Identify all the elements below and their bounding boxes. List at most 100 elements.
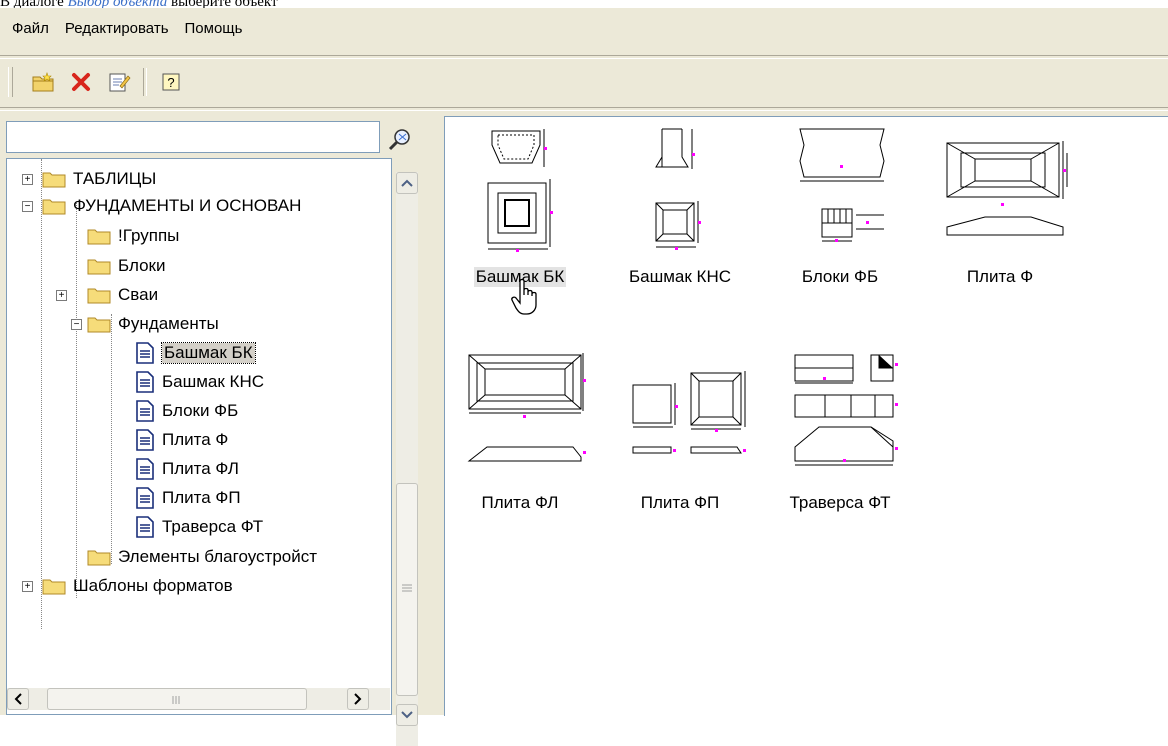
tree-item-label: Сваи <box>118 285 159 304</box>
document-icon <box>136 516 154 538</box>
caption-prefix: В диалоге <box>0 0 64 8</box>
collapse-icon[interactable]: − <box>71 319 82 330</box>
scroll-up-button[interactable] <box>396 172 418 194</box>
folder-icon <box>42 199 66 215</box>
new-folder-icon <box>32 72 54 92</box>
search-input[interactable] <box>6 121 380 153</box>
tree-item-label: Фундаменты <box>118 314 219 333</box>
expand-icon[interactable]: + <box>22 581 33 592</box>
tree-item-label: Элементы благоустройст <box>118 547 318 566</box>
tree-item-traversa-ft[interactable]: Траверса ФТ <box>135 513 263 541</box>
object-item-label: Блоки ФБ <box>801 267 879 286</box>
tree-vertical-scrollbar[interactable] <box>396 172 418 746</box>
tree-item-bashmak-bk[interactable]: Башмак БК <box>135 339 256 367</box>
object-item-traversa-ft[interactable]: Траверса ФТ <box>775 349 905 513</box>
new-folder-button[interactable] <box>29 68 57 96</box>
tree-horizontal-scrollbar[interactable] <box>7 688 390 710</box>
delete-icon <box>72 73 90 91</box>
tree-item-label: !Группы <box>118 226 180 245</box>
expand-icon[interactable]: + <box>56 290 67 301</box>
toolbar-grip[interactable] <box>8 67 13 97</box>
chevron-down-icon <box>401 711 413 719</box>
tree-item-plita-fp[interactable]: Плита ФП <box>135 484 241 512</box>
folder-icon <box>87 288 111 304</box>
menu-help[interactable]: Помощь <box>179 18 249 44</box>
tree-item-format-templates[interactable]: + Шаблоны форматов <box>22 572 233 600</box>
object-item-bashmak-kns[interactable]: Башмак КНС <box>615 123 745 287</box>
folder-icon <box>87 550 111 566</box>
folder-icon <box>87 317 111 333</box>
tree-line <box>76 203 77 598</box>
caption-suffix: выберите объект <box>170 0 278 8</box>
tree-item-bloki-fb[interactable]: Блоки ФБ <box>135 397 238 425</box>
collapse-icon[interactable]: − <box>22 201 33 212</box>
tree-item-blocks[interactable]: Блоки <box>87 252 165 280</box>
tree-item-plita-f[interactable]: Плита Ф <box>135 426 228 454</box>
scroll-thumb[interactable] <box>47 688 307 710</box>
document-icon <box>136 400 154 422</box>
tree-item-foundations-root[interactable]: − ФУНДАМЕНТЫ И ОСНОВАН <box>22 192 301 220</box>
expand-icon[interactable]: + <box>22 174 33 185</box>
object-tree[interactable]: + ТАБЛИЦЫ − ФУНДАМЕНТЫ И ОСНОВАН !Группы… <box>6 158 392 715</box>
scroll-right-button[interactable] <box>347 688 369 710</box>
bashmak-bk-drawing <box>487 129 553 252</box>
folder-icon <box>42 579 66 595</box>
tree-item-groups[interactable]: !Группы <box>87 222 179 250</box>
object-item-plita-fl[interactable]: Плита ФЛ <box>455 349 586 513</box>
menu-file[interactable]: Файл <box>6 18 55 44</box>
plita-fl-drawing <box>467 353 586 462</box>
search-button[interactable] <box>385 124 415 154</box>
object-item-bashmak-bk[interactable]: Башмак БК <box>455 123 585 287</box>
menu-edit[interactable]: Редактировать <box>59 18 175 44</box>
tree-item-foundations[interactable]: − Фундаменты <box>56 310 219 338</box>
tree-item-label: Плита ФЛ <box>162 459 239 478</box>
object-item-bloki-fb[interactable]: Блоки ФБ <box>775 123 905 287</box>
bashmak-kns-drawing <box>655 128 701 250</box>
tree-item-label: Блоки <box>118 256 166 275</box>
tree-item-plita-fl[interactable]: Плита ФЛ <box>135 455 239 483</box>
tree-item-piles[interactable]: + Сваи <box>56 281 158 309</box>
scroll-down-button[interactable] <box>396 704 418 726</box>
tree-item-label: ФУНДАМЕНТЫ И ОСНОВАН <box>73 196 302 215</box>
tree-item-label: Плита ФП <box>162 488 241 507</box>
tree-item-label: Блоки ФБ <box>162 401 239 420</box>
edit-icon <box>109 73 131 92</box>
tree-line <box>41 159 42 629</box>
object-item-plita-fp[interactable]: Плита ФП <box>615 349 746 513</box>
search-icon <box>388 129 410 151</box>
menu-bar: Файл Редактировать Помощь <box>6 18 248 44</box>
object-item-label: Башмак КНС <box>628 267 731 286</box>
object-item-label: Плита ФЛ <box>481 493 559 512</box>
caption-link[interactable]: Выбор объекта <box>68 0 168 8</box>
object-item-label: Траверса ФТ <box>789 493 891 512</box>
svg-text:?: ? <box>167 75 174 90</box>
document-icon <box>136 429 154 451</box>
document-icon <box>136 487 154 509</box>
document-icon <box>136 458 154 480</box>
tree-item-tables[interactable]: + ТАБЛИЦЫ <box>22 165 156 193</box>
folder-icon <box>87 259 111 275</box>
tree-item-label: Траверса ФТ <box>162 517 264 536</box>
toolbar-separator <box>143 68 147 96</box>
document-icon <box>136 371 154 393</box>
edit-button[interactable] <box>105 68 133 96</box>
object-preview-grid: Башмак БК Башмак КНС Блоки ФБ Плита Ф Пл… <box>444 116 1168 716</box>
object-item-label: Плита ФП <box>640 493 720 512</box>
tree-item-label: Башмак БК <box>161 342 256 364</box>
scroll-left-button[interactable] <box>7 688 29 710</box>
folder-icon <box>87 229 111 245</box>
tree-item-bashmak-kns[interactable]: Башмак КНС <box>135 368 264 396</box>
tree-line <box>111 314 112 564</box>
scroll-thumb[interactable] <box>396 483 418 696</box>
tree-item-landscaping[interactable]: Элементы благоустройст <box>87 543 317 571</box>
object-item-plita-f[interactable]: Плита Ф <box>935 123 1068 287</box>
delete-button[interactable] <box>67 68 95 96</box>
folder-icon <box>42 172 66 188</box>
plita-fp-drawing <box>632 371 746 454</box>
tree-panel: + ТАБЛИЦЫ − ФУНДАМЕНТЫ И ОСНОВАН !Группы… <box>5 120 440 746</box>
chevron-left-icon <box>14 693 22 705</box>
document-icon <box>136 342 154 364</box>
object-item-label: Плита Ф <box>966 267 1034 286</box>
help-button[interactable]: ? <box>157 68 185 96</box>
hand-cursor-icon <box>511 278 537 315</box>
